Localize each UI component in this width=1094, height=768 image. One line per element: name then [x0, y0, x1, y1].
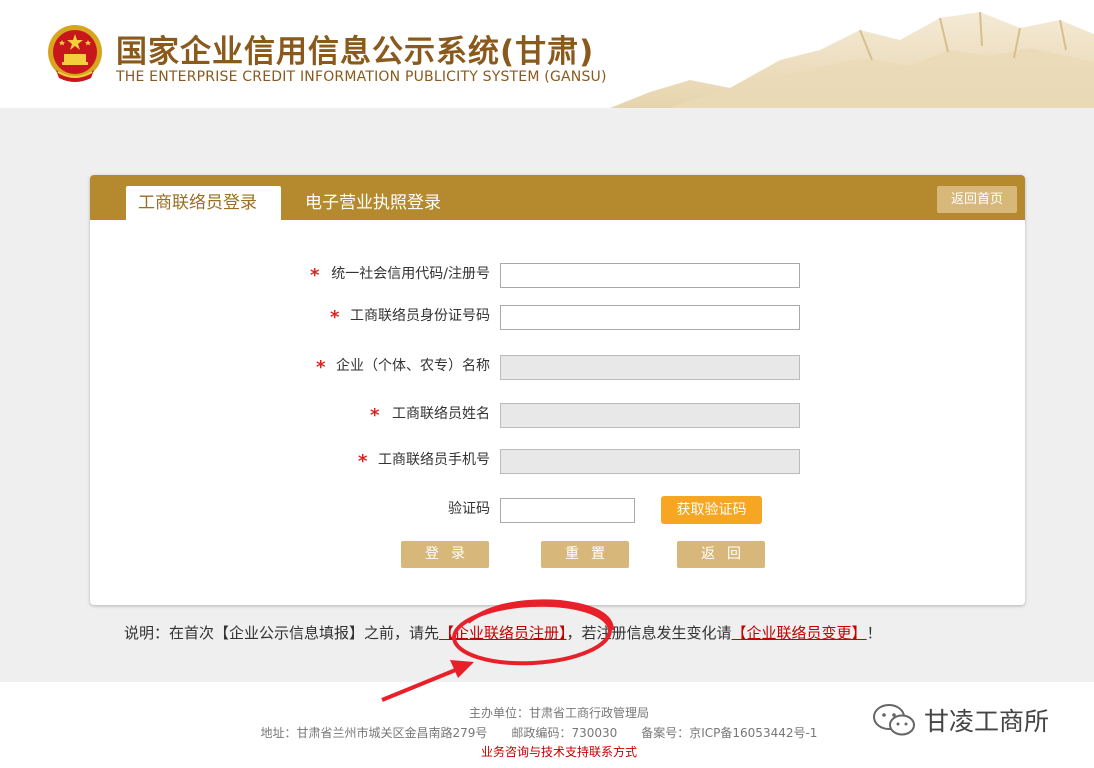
id-number-input[interactable] [500, 305, 800, 330]
contact-name-input [500, 403, 800, 428]
footer-support-link[interactable]: 业务咨询与技术支持联系方式 [12, 743, 1094, 760]
wechat-icon [873, 704, 915, 736]
enterprise-name-input [500, 355, 800, 380]
mountain-decoration [610, 11, 1094, 108]
field-row-credit-code: * 统一社会信用代码/注册号 [90, 263, 1025, 289]
contact-phone-label: 工商联络员手机号 [378, 452, 490, 468]
login-button[interactable]: 登录 [401, 541, 489, 568]
watermark-text: 甘凌工商所 [924, 707, 1050, 736]
id-number-label: 工商联络员身份证号码 [350, 308, 490, 324]
field-row-contact-name: * 工商联络员姓名 [90, 403, 1025, 429]
reset-button[interactable]: 重置 [541, 541, 629, 568]
back-home-button[interactable]: 返回首页 [937, 186, 1017, 213]
field-row-captcha: 验证码 获取验证码 [90, 496, 1025, 524]
instruction-note: 说明：在首次【企业公示信息填报】之前，请先【企业联络员注册】，若注册信息发生变化… [124, 622, 882, 643]
tab-bar: 工商联络员登录 电子营业执照登录 返回首页 [90, 175, 1025, 220]
site-subtitle: THE ENTERPRISE CREDIT INFORMATION PUBLIC… [116, 69, 607, 85]
credit-code-input[interactable] [500, 263, 800, 288]
annotation-arrow-head [450, 660, 474, 678]
tab-license-login[interactable]: 电子营业执照登录 [293, 186, 453, 220]
watermark: 甘凌工商所 [872, 702, 1049, 738]
change-link[interactable]: 【企业联络员变更】 [732, 624, 867, 642]
note-middle: ，若注册信息发生变化请 [566, 624, 732, 642]
note-suffix: ！ [866, 624, 882, 642]
captcha-input[interactable] [500, 498, 635, 523]
tab-contact-login[interactable]: 工商联络员登录 [126, 186, 281, 220]
site-title: 国家企业信用信息公示系统(甘肃) [116, 34, 595, 70]
return-button[interactable]: 返回 [677, 541, 765, 568]
get-code-button[interactable]: 获取验证码 [661, 496, 762, 524]
national-emblem-icon [48, 25, 102, 82]
login-panel: 工商联络员登录 电子营业执照登录 返回首页 * 统一社会信用代码/注册号 * 工… [90, 175, 1025, 605]
field-row-contact-phone: * 工商联络员手机号 [90, 449, 1025, 475]
site-header: 国家企业信用信息公示系统(甘肃) THE ENTERPRISE CREDIT I… [0, 0, 1094, 108]
required-mark: * [370, 405, 380, 426]
field-row-id-number: * 工商联络员身份证号码 [90, 305, 1025, 331]
note-prefix: 说明：在首次【企业公示信息填报】之前，请先 [124, 624, 440, 642]
enterprise-name-label: 企业（个体、农专）名称 [336, 358, 490, 374]
credit-code-label: 统一社会信用代码/注册号 [331, 266, 490, 282]
contact-phone-input [500, 449, 800, 474]
required-mark: * [310, 265, 320, 286]
field-row-enterprise-name: * 企业（个体、农专）名称 [90, 355, 1025, 381]
required-mark: * [316, 357, 326, 378]
captcha-label: 验证码 [448, 501, 490, 517]
site-footer: 主办单位：甘肃省工商行政管理局 地址：甘肃省兰州市城关区金昌南路279号 邮政编… [0, 682, 1094, 768]
required-mark: * [358, 451, 368, 472]
register-link[interactable]: 【企业联络员注册】 [439, 624, 567, 642]
contact-name-label: 工商联络员姓名 [392, 406, 490, 422]
required-mark: * [330, 307, 340, 328]
